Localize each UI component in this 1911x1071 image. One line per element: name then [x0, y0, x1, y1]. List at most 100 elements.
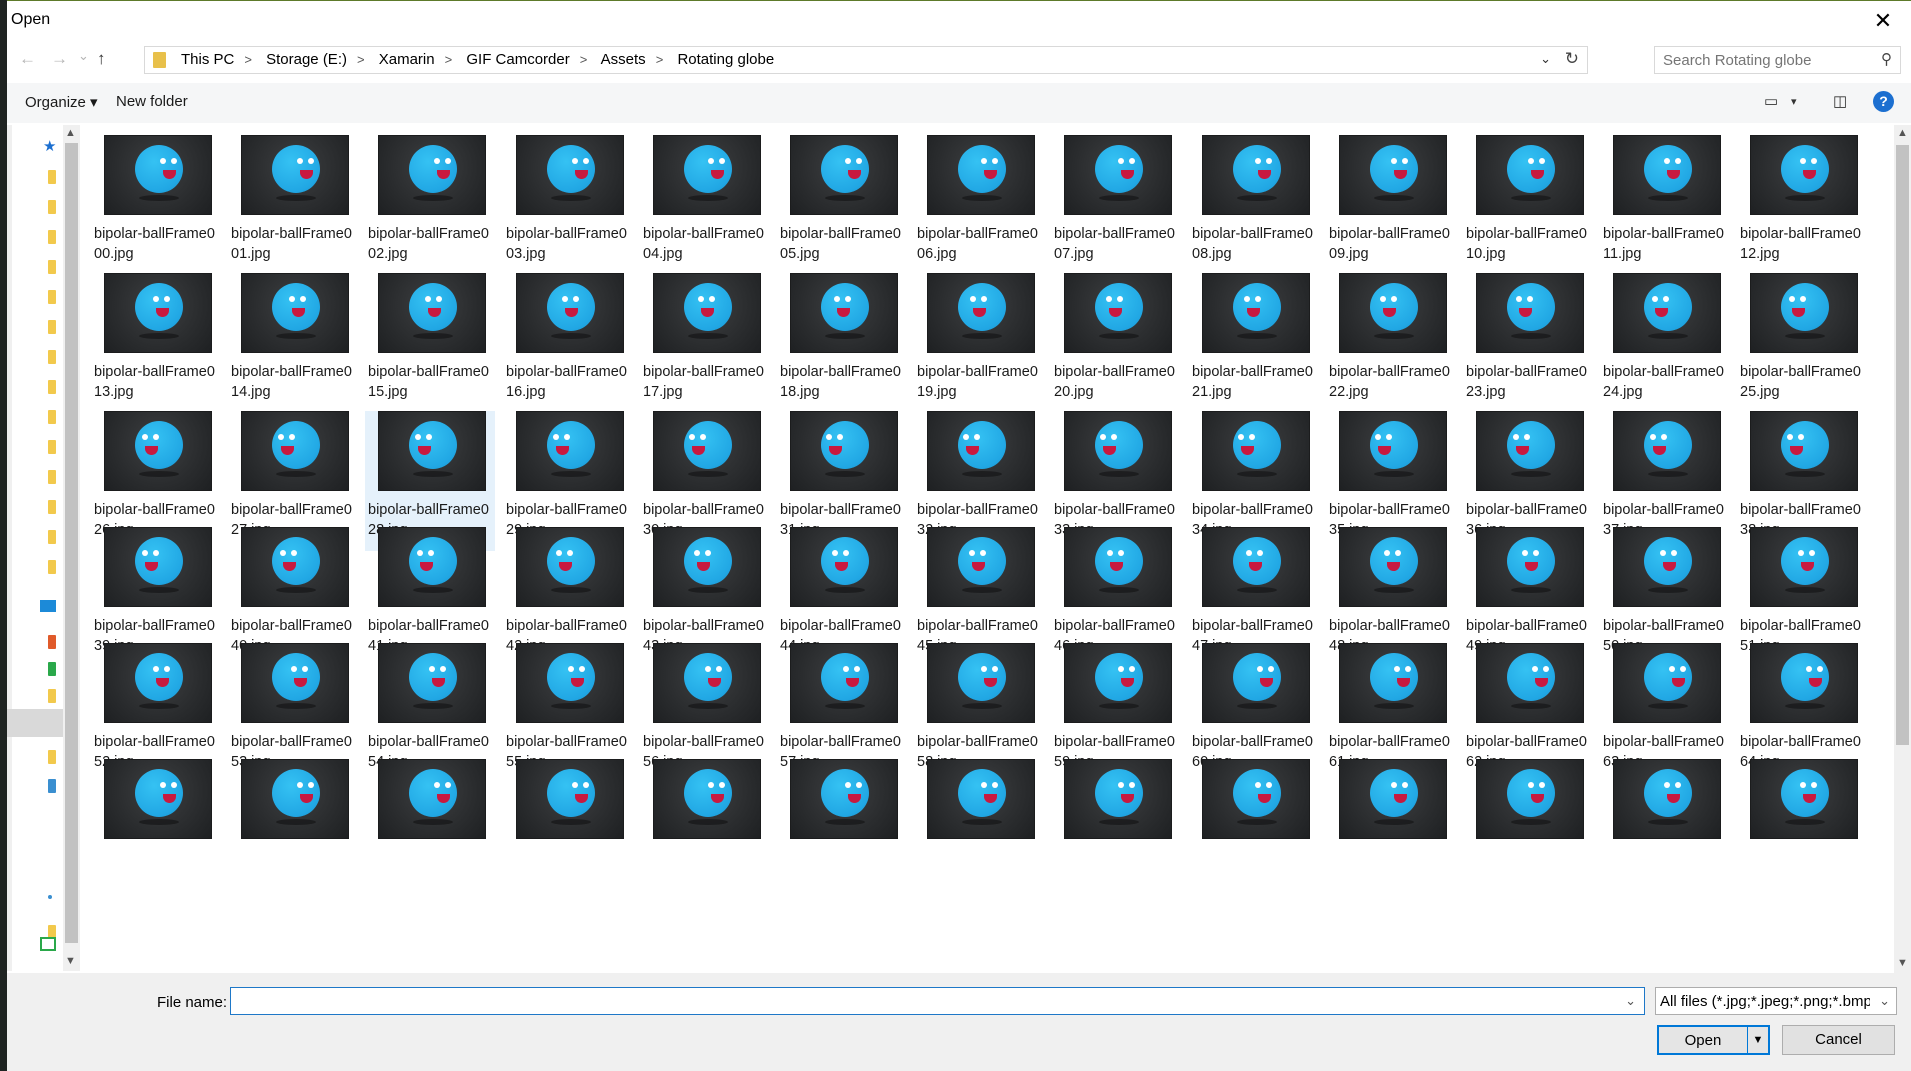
file-item[interactable]: bipolar-ballFrame019.jpg — [914, 273, 1044, 413]
file-item[interactable]: bipolar-ballFrame014.jpg — [228, 273, 358, 413]
quick-access-star-icon[interactable]: ★ — [43, 137, 56, 155]
file-item[interactable] — [1326, 759, 1456, 899]
file-type-select[interactable]: All files (*.jpg;*.jpeg;*.png;*.bmp ⌄ — [1655, 987, 1897, 1015]
scroll-thumb[interactable] — [1896, 145, 1909, 745]
file-item[interactable]: bipolar-ballFrame017.jpg — [640, 273, 770, 413]
folder-icon[interactable] — [48, 689, 56, 703]
up-arrow-icon[interactable]: ↑ — [97, 49, 106, 69]
folder-icon[interactable] — [48, 320, 56, 334]
breadcrumb-gif-camcorder[interactable]: GIF Camcorder — [466, 51, 569, 68]
file-item[interactable]: bipolar-ballFrame018.jpg — [777, 273, 907, 413]
file-item[interactable]: bipolar-ballFrame016.jpg — [503, 273, 633, 413]
breadcrumb-this-pc[interactable]: This PC — [181, 51, 234, 68]
breadcrumb-storage[interactable]: Storage (E:) — [266, 51, 347, 68]
search-box[interactable]: ⚲ — [1654, 46, 1901, 74]
file-item[interactable]: bipolar-ballFrame010.jpg — [1463, 135, 1593, 275]
file-item[interactable]: bipolar-ballFrame012.jpg — [1737, 135, 1867, 275]
chevron-down-icon[interactable]: ⌄ — [1879, 993, 1890, 1009]
folder-icon[interactable] — [48, 530, 56, 544]
nav-pane-scrollbar[interactable]: ▲ ▼ — [63, 125, 80, 971]
folder-icon[interactable] — [48, 290, 56, 304]
scroll-down-icon[interactable]: ▼ — [65, 955, 76, 967]
file-item[interactable]: bipolar-ballFrame005.jpg — [777, 135, 907, 275]
network-icon[interactable] — [48, 779, 56, 793]
folder-icon[interactable] — [48, 560, 56, 574]
file-item[interactable] — [1189, 759, 1319, 899]
folder-icon[interactable] — [48, 440, 56, 454]
file-item[interactable]: bipolar-ballFrame000.jpg — [91, 135, 221, 275]
folder-icon[interactable] — [48, 260, 56, 274]
folder-icon[interactable] — [48, 200, 56, 214]
file-item[interactable] — [1737, 759, 1867, 899]
screenshot-icon[interactable] — [40, 937, 56, 951]
address-bar[interactable]: This PC > Storage (E:) > Xamarin > GIF Camc… — [144, 46, 1588, 74]
file-item[interactable]: bipolar-ballFrame013.jpg — [91, 273, 221, 413]
file-item[interactable]: bipolar-ballFrame004.jpg — [640, 135, 770, 275]
file-item[interactable]: bipolar-ballFrame025.jpg — [1737, 273, 1867, 413]
close-icon[interactable]: ✕ — [1865, 5, 1901, 37]
nav-pane-selected-item[interactable] — [7, 709, 63, 737]
refresh-icon[interactable]: ↻ — [1565, 49, 1579, 69]
file-list-scrollbar[interactable]: ▲ ▼ — [1894, 125, 1911, 973]
file-item[interactable]: bipolar-ballFrame024.jpg — [1600, 273, 1730, 413]
file-item[interactable]: bipolar-ballFrame009.jpg — [1326, 135, 1456, 275]
file-item[interactable]: bipolar-ballFrame008.jpg — [1189, 135, 1319, 275]
folder-icon[interactable] — [48, 470, 56, 484]
file-item[interactable]: bipolar-ballFrame003.jpg — [503, 135, 633, 275]
file-item[interactable] — [365, 759, 495, 899]
search-icon[interactable]: ⚲ — [1881, 50, 1892, 68]
folder-icon[interactable] — [48, 500, 56, 514]
onedrive-icon[interactable] — [48, 662, 56, 676]
file-item[interactable]: bipolar-ballFrame002.jpg — [365, 135, 495, 275]
scroll-down-icon[interactable]: ▼ — [1897, 957, 1908, 969]
file-item[interactable] — [503, 759, 633, 899]
file-item[interactable] — [1463, 759, 1593, 899]
file-item[interactable]: bipolar-ballFrame006.jpg — [914, 135, 1044, 275]
folder-icon[interactable] — [48, 750, 56, 764]
desktop-icon[interactable] — [40, 600, 56, 612]
folder-icon[interactable] — [48, 410, 56, 424]
file-item[interactable] — [228, 759, 358, 899]
forward-arrow-icon[interactable]: → — [51, 49, 68, 69]
help-icon[interactable]: ? — [1873, 91, 1894, 112]
file-name-combobox[interactable]: ⌄ — [230, 987, 1645, 1015]
nav-scroll-thumb[interactable] — [65, 143, 78, 943]
file-item[interactable] — [1600, 759, 1730, 899]
file-item[interactable]: bipolar-ballFrame023.jpg — [1463, 273, 1593, 413]
organize-menu[interactable]: Organize ▾ — [25, 93, 98, 111]
file-item[interactable]: bipolar-ballFrame020.jpg — [1051, 273, 1181, 413]
file-item[interactable]: bipolar-ballFrame015.jpg — [365, 273, 495, 413]
file-item[interactable] — [91, 759, 221, 899]
scroll-up-icon[interactable]: ▲ — [1897, 127, 1908, 139]
file-name-input[interactable] — [237, 992, 1601, 1011]
chevron-down-icon[interactable]: ⌄ — [1625, 993, 1636, 1009]
open-button[interactable]: Open ▼ — [1657, 1025, 1770, 1055]
app-icon[interactable] — [48, 635, 56, 649]
file-item[interactable]: bipolar-ballFrame001.jpg — [228, 135, 358, 275]
folder-icon[interactable] — [48, 230, 56, 244]
back-arrow-icon[interactable]: ← — [19, 49, 36, 69]
new-folder-button[interactable]: New folder — [116, 93, 188, 110]
file-item[interactable]: bipolar-ballFrame022.jpg — [1326, 273, 1456, 413]
scroll-up-icon[interactable]: ▲ — [65, 127, 76, 139]
recent-locations-icon[interactable]: ⌄ — [78, 48, 89, 64]
folder-icon[interactable] — [48, 170, 56, 184]
file-item[interactable] — [640, 759, 770, 899]
search-input[interactable] — [1661, 51, 1865, 70]
breadcrumb-rotating-globe[interactable]: Rotating globe — [677, 51, 774, 68]
view-dropdown-icon[interactable]: ▾ — [1791, 95, 1797, 108]
breadcrumb-assets[interactable]: Assets — [601, 51, 646, 68]
preview-pane-icon[interactable]: ◫ — [1833, 92, 1847, 110]
chevron-down-icon[interactable]: ⌄ — [1540, 51, 1551, 67]
file-item[interactable] — [914, 759, 1044, 899]
folder-icon[interactable] — [48, 380, 56, 394]
open-split-dropdown-icon[interactable]: ▼ — [1747, 1027, 1768, 1053]
view-options-icon[interactable]: ▭ — [1764, 92, 1778, 110]
file-item[interactable]: bipolar-ballFrame021.jpg — [1189, 273, 1319, 413]
folder-icon[interactable] — [48, 350, 56, 364]
file-item[interactable]: bipolar-ballFrame011.jpg — [1600, 135, 1730, 275]
file-item[interactable] — [777, 759, 907, 899]
file-item[interactable] — [1051, 759, 1181, 899]
file-item[interactable]: bipolar-ballFrame007.jpg — [1051, 135, 1181, 275]
breadcrumb-xamarin[interactable]: Xamarin — [379, 51, 435, 68]
